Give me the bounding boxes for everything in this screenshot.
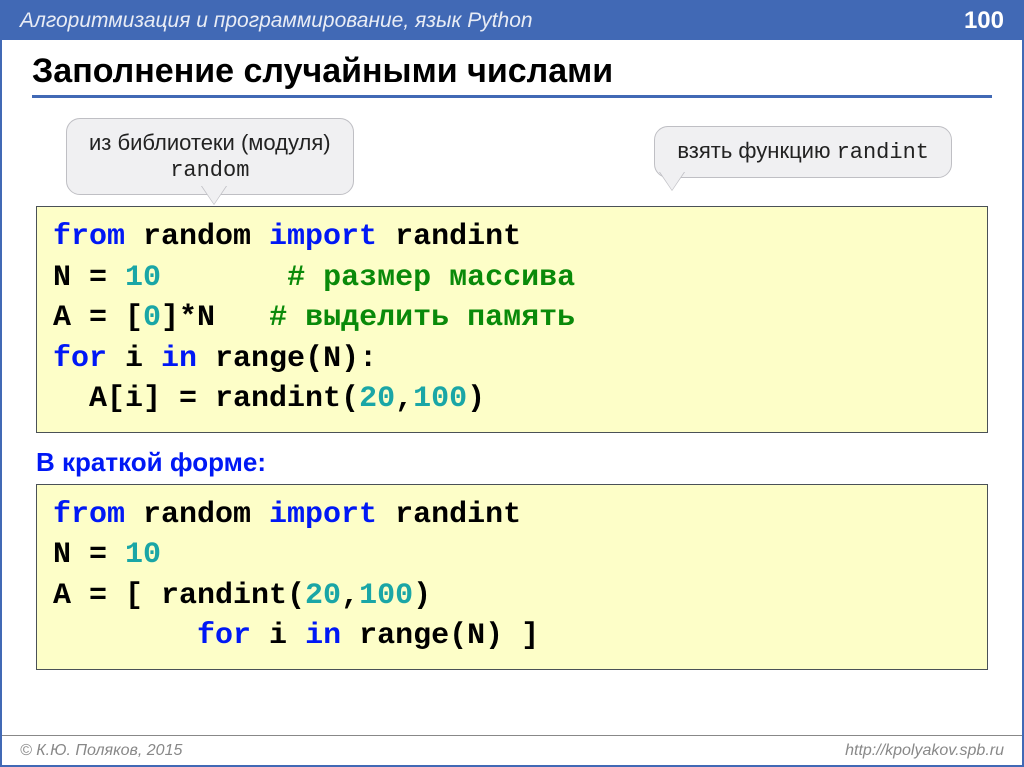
callout-library: из библиотеки (модуля) random	[66, 118, 354, 195]
topic: Алгоритмизация и программирование, язык …	[20, 9, 533, 33]
footer-copyright: © К.Ю. Поляков, 2015	[20, 742, 182, 760]
code-text: ,	[395, 382, 413, 416]
page-number: 100	[964, 7, 1004, 35]
code-text: ]*N	[161, 301, 269, 335]
code-text: random	[125, 220, 269, 254]
code-text: ,	[341, 579, 359, 613]
code-text: A[i] = randint(	[53, 382, 359, 416]
code-text	[53, 619, 197, 653]
callouts-row: из библиотеки (модуля) random взять функ…	[32, 118, 992, 198]
callout-tail	[202, 186, 226, 204]
code-text	[161, 261, 287, 295]
subheading-short-form: В краткой форме:	[36, 447, 988, 478]
footer: © К.Ю. Поляков, 2015 http://kpolyakov.sp…	[2, 735, 1022, 765]
keyword: in	[161, 342, 197, 376]
code-text: range(N):	[197, 342, 377, 376]
keyword: in	[305, 619, 341, 653]
callout-function-text: взять функцию	[677, 138, 836, 163]
code-text: i	[251, 619, 305, 653]
code-text: )	[467, 382, 485, 416]
slide: Алгоритмизация и программирование, язык …	[0, 0, 1024, 767]
keyword: import	[269, 498, 377, 532]
footer-url: http://kpolyakov.spb.ru	[845, 742, 1004, 760]
comment: # выделить память	[269, 301, 575, 335]
code-text: i	[107, 342, 161, 376]
code-text: N =	[53, 538, 125, 572]
code-text: )	[413, 579, 449, 613]
callout-function-mono: randint	[837, 140, 929, 165]
title-rule	[32, 95, 992, 98]
keyword: for	[53, 342, 107, 376]
comment: # размер массива	[287, 261, 575, 295]
keyword: from	[53, 220, 125, 254]
slide-title: Заполнение случайными числами	[32, 52, 992, 91]
content: Заполнение случайными числами из библиот…	[2, 40, 1022, 670]
number: 20	[359, 382, 395, 416]
callout-library-line2: random	[89, 157, 331, 185]
number: 20	[305, 579, 341, 613]
topbar: Алгоритмизация и программирование, язык …	[2, 2, 1022, 40]
code-text: A = [	[53, 301, 143, 335]
number: 10	[125, 538, 161, 572]
callout-tail	[660, 172, 684, 190]
keyword: from	[53, 498, 125, 532]
code-block-main: from random import randint N = 10 # разм…	[36, 206, 988, 433]
code-text: randint	[377, 498, 521, 532]
number: 100	[413, 382, 467, 416]
callout-library-line1: из библиотеки (модуля)	[89, 129, 331, 157]
keyword: for	[197, 619, 251, 653]
code-text: A = [ randint(	[53, 579, 305, 613]
code-text: range(N) ]	[341, 619, 539, 653]
code-block-short: from random import randint N = 10 A = [ …	[36, 484, 988, 670]
callout-function: взять функцию randint	[654, 126, 952, 178]
code-text: N =	[53, 261, 125, 295]
code-text: random	[125, 498, 269, 532]
number: 100	[359, 579, 413, 613]
code-text: randint	[377, 220, 521, 254]
number: 0	[143, 301, 161, 335]
keyword: import	[269, 220, 377, 254]
number: 10	[125, 261, 161, 295]
